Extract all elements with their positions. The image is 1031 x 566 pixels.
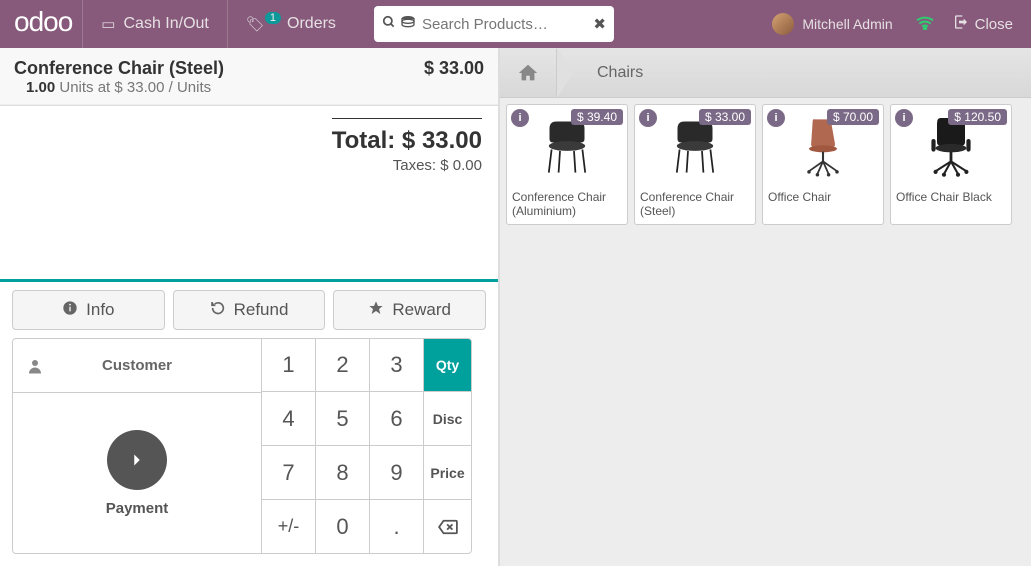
close-button[interactable]: Close (945, 14, 1021, 34)
numkey-3[interactable]: 3 (370, 338, 424, 392)
logo: odoo (10, 6, 82, 42)
product-image: i $ 120.50 (891, 105, 1011, 187)
numkey-8[interactable]: 8 (316, 446, 370, 500)
total-label: Total: (332, 127, 396, 154)
orders-badge: 1 (265, 12, 281, 24)
search-input[interactable] (422, 16, 593, 33)
orders-icon: 🏷1 (246, 15, 279, 33)
numkey-2[interactable]: 2 (316, 338, 370, 392)
order-lines: Conference Chair (Steel) $ 33.00 1.00 Un… (0, 48, 498, 106)
mode-price[interactable]: Price (424, 446, 472, 500)
barcode-icon (400, 15, 416, 33)
numkey-7[interactable]: 7 (262, 446, 316, 500)
customer-icon (13, 357, 57, 375)
refund-label: Refund (234, 300, 289, 320)
product-name: Office Chair (763, 187, 883, 217)
total-value: $ 33.00 (402, 127, 482, 154)
product-image: i $ 70.00 (763, 105, 883, 187)
refund-icon (210, 300, 226, 321)
product-price: $ 39.40 (571, 109, 623, 125)
search-icon (382, 15, 396, 33)
numkey-9[interactable]: 9 (370, 446, 424, 500)
numpad: 1 2 3 Qty 4 5 6 Disc 7 8 9 Price +/- 0 . (262, 338, 472, 554)
product-card[interactable]: i $ 70.00 Office Chair (762, 104, 884, 225)
close-icon (953, 14, 969, 34)
wifi-icon (905, 14, 945, 35)
product-price: $ 33.00 (699, 109, 751, 125)
breadcrumb-category[interactable]: Chairs (573, 64, 659, 82)
product-price: $ 70.00 (827, 109, 879, 125)
user-button[interactable]: Mitchell Admin (760, 13, 904, 35)
product-card[interactable]: i $ 39.40 Conference Chair (Aluminium) (506, 104, 628, 225)
numkey-0[interactable]: 0 (316, 500, 370, 554)
numkey-backspace[interactable] (424, 500, 472, 554)
numkey-5[interactable]: 5 (316, 392, 370, 446)
action-bar: Info Refund Reward (0, 282, 498, 338)
breadcrumb: Chairs (500, 48, 1031, 98)
orders-label: Orders (287, 15, 336, 33)
search-box[interactable]: ✖ (374, 6, 614, 42)
reward-label: Reward (392, 300, 451, 320)
numkey-sign[interactable]: +/- (262, 500, 316, 554)
reward-button[interactable]: Reward (333, 290, 486, 330)
info-icon (62, 300, 78, 321)
refund-button[interactable]: Refund (173, 290, 326, 330)
product-image: i $ 33.00 (635, 105, 755, 187)
info-button[interactable]: Info (12, 290, 165, 330)
pad-wrap: Customer Payment 1 2 3 Qty 4 5 6 Disc 7 (0, 338, 498, 566)
product-name: Conference Chair (Aluminium) (507, 187, 627, 224)
left-pane: Conference Chair (Steel) $ 33.00 1.00 Un… (0, 48, 500, 566)
close-label: Close (975, 16, 1013, 33)
payment-label: Payment (106, 500, 169, 517)
line-product-name: Conference Chair (Steel) (14, 58, 224, 79)
numkey-6[interactable]: 6 (370, 392, 424, 446)
product-card[interactable]: i $ 33.00 Conference Chair (Steel) (634, 104, 756, 225)
right-pane: Chairs i $ 39.40 Conference Chair (Alumini… (500, 48, 1031, 566)
line-price: $ 33.00 (424, 58, 484, 79)
product-grid: i $ 39.40 Conference Chair (Aluminium) i $ 3… (500, 98, 1031, 231)
product-name: Conference Chair (Steel) (635, 187, 755, 224)
product-card[interactable]: i $ 120.50 Office Chair Black (890, 104, 1012, 225)
cash-icon: ▭ (101, 15, 115, 33)
product-info-icon[interactable]: i (895, 109, 913, 127)
customer-label: Customer (57, 357, 261, 374)
order-line[interactable]: Conference Chair (Steel) $ 33.00 1.00 Un… (0, 48, 498, 105)
search-wrap: ✖ (374, 6, 614, 42)
info-label: Info (86, 300, 114, 320)
orders-button[interactable]: 🏷1 Orders (227, 0, 354, 48)
mode-disc[interactable]: Disc (424, 392, 472, 446)
product-info-icon[interactable]: i (639, 109, 657, 127)
total-box: Total: $ 33.00 Taxes: $ 0.00 (0, 106, 498, 183)
payment-button[interactable]: Payment (13, 393, 261, 553)
cash-label: Cash In/Out (123, 15, 208, 33)
product-name: Office Chair Black (891, 187, 1011, 217)
product-image: i $ 39.40 (507, 105, 627, 187)
product-info-icon[interactable]: i (511, 109, 529, 127)
taxes-label: Taxes: (393, 157, 436, 174)
numkey-1[interactable]: 1 (262, 338, 316, 392)
numkey-4[interactable]: 4 (262, 392, 316, 446)
reward-icon (368, 300, 384, 321)
line-qty: 1.00 (26, 79, 55, 96)
cash-in-out-button[interactable]: ▭ Cash In/Out (82, 0, 227, 48)
top-bar: odoo ▭ Cash In/Out 🏷1 Orders ✖ Mitchell … (0, 0, 1031, 48)
home-button[interactable] (500, 48, 556, 97)
customer-button[interactable]: Customer (13, 339, 261, 393)
product-price: $ 120.50 (948, 109, 1007, 125)
line-unitinfo: Units at $ 33.00 / Units (59, 79, 211, 96)
avatar (772, 13, 794, 35)
user-name: Mitchell Admin (802, 16, 892, 32)
product-info-icon[interactable]: i (767, 109, 785, 127)
payment-icon (107, 430, 167, 490)
numkey-dot[interactable]: . (370, 500, 424, 554)
taxes-value: $ 0.00 (440, 157, 482, 174)
clear-search-icon[interactable]: ✖ (593, 15, 606, 33)
mode-qty[interactable]: Qty (424, 338, 472, 392)
